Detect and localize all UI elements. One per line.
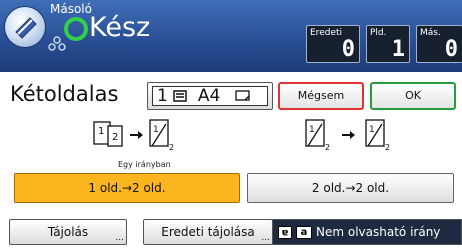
illegible-direction-label: Nem olvasható irány bbox=[316, 225, 441, 239]
job-status-icon bbox=[48, 36, 66, 51]
other-counter-label: Más. bbox=[420, 28, 441, 38]
orientation-button-label: Tájolás bbox=[47, 225, 89, 239]
copies-counter: Pld. 1 bbox=[366, 25, 410, 63]
app-title: Másoló bbox=[50, 2, 92, 16]
two-to-two-to-page-2: 2 bbox=[385, 143, 390, 152]
status-text: Kész bbox=[89, 12, 151, 43]
illegible-direction-indicator: a a Nem olvasható irány bbox=[272, 219, 462, 245]
two-to-two-sided-button[interactable]: 2 old.→2 old. bbox=[247, 173, 454, 203]
paper-tray-icon bbox=[173, 90, 187, 102]
sideways-original-icon: a bbox=[296, 225, 312, 239]
same-direction-note: Egy irányban bbox=[118, 160, 171, 169]
one-to-two-from-page-2: 2 bbox=[112, 132, 118, 143]
paper-tray-number: 1 bbox=[157, 86, 168, 106]
paper-select-button[interactable]: 1 A4 bbox=[147, 82, 273, 110]
copier-mode-icon bbox=[4, 6, 46, 48]
rotated-original-icon: a bbox=[278, 225, 292, 239]
cancel-button[interactable]: Mégsem bbox=[278, 82, 364, 110]
two-to-two-from-page-1: 1 bbox=[309, 125, 315, 135]
two-to-two-to-page-1: 1 bbox=[369, 125, 375, 135]
ok-button[interactable]: OK bbox=[370, 82, 456, 110]
original-orientation-more-indicator: ... bbox=[261, 233, 270, 243]
header-bar: Másoló Kész Eredeti 0 Pld. 1 Más. 0 bbox=[0, 0, 462, 72]
one-to-two-to-page-1: 1 bbox=[153, 125, 159, 135]
originals-counter: Eredeti 0 bbox=[306, 25, 360, 63]
originals-counter-value: 0 bbox=[341, 37, 355, 62]
page-title: Kétoldalas bbox=[10, 82, 119, 106]
one-to-two-sided-button[interactable]: 1 old.→2 old. bbox=[14, 173, 240, 203]
two-to-two-from-page-2: 2 bbox=[325, 143, 330, 152]
original-orientation-button-label: Eredeti tájolása bbox=[161, 225, 255, 239]
orientation-more-indicator: ... bbox=[115, 233, 124, 243]
orientation-button[interactable]: Tájolás ... bbox=[9, 219, 127, 245]
other-counter-value: 0 bbox=[444, 37, 458, 62]
two-to-two-illustration: 1 2 1 2 bbox=[305, 119, 390, 152]
copies-counter-label: Pld. bbox=[370, 28, 387, 38]
paper-select-display: 1 A4 bbox=[152, 86, 268, 106]
one-to-two-illustration: 1 2 1 2 bbox=[93, 119, 174, 152]
originals-counter-label: Eredeti bbox=[310, 28, 343, 38]
original-orientation-button[interactable]: Eredeti tájolása ... bbox=[143, 219, 273, 245]
other-counter: Más. 0 bbox=[416, 25, 462, 63]
paper-orientation-icon bbox=[235, 90, 250, 101]
copies-counter-value: 1 bbox=[391, 37, 405, 62]
ready-indicator-icon bbox=[64, 17, 88, 41]
one-to-two-to-page-2: 2 bbox=[169, 143, 174, 152]
one-to-two-from-page-1: 1 bbox=[98, 126, 104, 137]
paper-size: A4 bbox=[197, 86, 221, 106]
